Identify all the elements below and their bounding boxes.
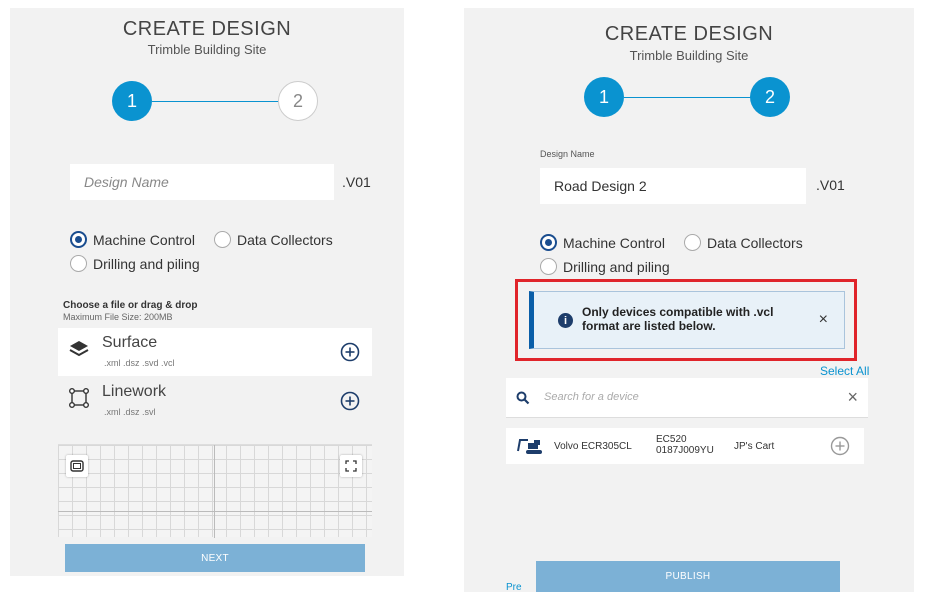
- device-list-item[interactable]: Volvo ECR305CL EC520 0187J009YU JP's Car…: [506, 428, 864, 464]
- radio-label: Data Collectors: [707, 234, 803, 251]
- file-type-extensions: .xml .dsz .svd .vcl: [104, 358, 175, 368]
- add-device-icon[interactable]: [830, 436, 850, 456]
- device-owner: JP's Cart: [734, 441, 775, 452]
- page-subtitle: Trimble Building Site: [629, 48, 749, 63]
- version-suffix: .V01: [342, 174, 371, 190]
- radio-drilling-piling[interactable]: Drilling and piling: [70, 255, 200, 272]
- clear-search-icon[interactable]: ×: [847, 387, 858, 408]
- max-file-size: Maximum File Size: 200MB: [63, 312, 173, 322]
- add-circle-icon[interactable]: [340, 342, 360, 362]
- publish-button[interactable]: PUBLISH: [536, 561, 840, 592]
- design-name-placeholder: Design Name: [84, 174, 169, 190]
- map-layer-toggle-icon[interactable]: [66, 455, 88, 477]
- search-icon: [516, 391, 530, 405]
- previous-link[interactable]: Pre: [506, 582, 522, 593]
- linework-icon: [69, 388, 89, 408]
- add-circle-icon[interactable]: [340, 391, 360, 411]
- info-icon: i: [558, 313, 573, 328]
- map-road-line: [214, 445, 215, 538]
- surface-upload-row[interactable]: Surface .xml .dsz .svd .vcl: [58, 328, 372, 376]
- alert-line-2: format are listed below.: [582, 319, 716, 333]
- radio-data-collectors[interactable]: Data Collectors: [684, 234, 803, 251]
- radio-label: Data Collectors: [237, 231, 333, 248]
- step-2[interactable]: 2: [278, 81, 318, 121]
- radio-label: Machine Control: [563, 234, 665, 251]
- radio-unselected-icon: [214, 231, 231, 248]
- design-name-label: Design Name: [540, 149, 595, 159]
- design-name-input[interactable]: Road Design 2: [540, 168, 806, 204]
- create-design-step1-panel: CREATE DESIGN Trimble Building Site 1 2 …: [10, 8, 404, 576]
- linework-upload-row[interactable]: Linework .xml .dsz .svl: [58, 377, 372, 425]
- step-1[interactable]: 1: [584, 77, 624, 117]
- excavator-icon: [517, 439, 542, 454]
- radio-selected-icon: [70, 231, 87, 248]
- device-name: Volvo ECR305CL: [554, 441, 632, 452]
- radio-label: Machine Control: [93, 231, 195, 248]
- step-1[interactable]: 1: [112, 81, 152, 121]
- radio-label: Drilling and piling: [93, 255, 200, 272]
- device-search-input[interactable]: Search for a device ×: [506, 378, 868, 418]
- file-type-name: Surface: [102, 334, 158, 351]
- radio-label: Drilling and piling: [563, 258, 670, 275]
- alert-message: Only devices compatible with .vcl format…: [582, 305, 792, 333]
- next-button[interactable]: NEXT: [65, 544, 365, 572]
- design-name-input[interactable]: Design Name: [70, 164, 334, 200]
- file-type-name: Linework: [102, 383, 167, 400]
- compatibility-alert: i Only devices compatible with .vcl form…: [529, 291, 845, 349]
- version-suffix: .V01: [816, 177, 845, 193]
- design-name-value: Road Design 2: [554, 178, 647, 194]
- radio-unselected-icon: [684, 234, 701, 251]
- layers-icon: [69, 341, 89, 357]
- device-serial: 0187J009YU: [656, 445, 714, 456]
- choose-file-label: Choose a file or drag & drop: [63, 300, 198, 311]
- radio-selected-icon: [540, 234, 557, 251]
- radio-unselected-icon: [540, 258, 557, 275]
- page-title: CREATE DESIGN: [122, 18, 292, 40]
- stepper-line: [624, 97, 754, 98]
- fullscreen-icon[interactable]: [340, 455, 362, 477]
- map-road-line: [58, 511, 372, 512]
- page-subtitle: Trimble Building Site: [147, 42, 267, 57]
- device-model: EC520: [656, 434, 687, 445]
- select-all-link[interactable]: Select All: [820, 364, 869, 378]
- close-icon[interactable]: ×: [819, 311, 828, 329]
- radio-machine-control[interactable]: Machine Control: [540, 234, 665, 251]
- page-title: CREATE DESIGN: [604, 23, 774, 45]
- step-2[interactable]: 2: [750, 77, 790, 117]
- search-placeholder: Search for a device: [544, 391, 639, 403]
- radio-data-collectors[interactable]: Data Collectors: [214, 231, 333, 248]
- radio-machine-control[interactable]: Machine Control: [70, 231, 195, 248]
- file-type-extensions: .xml .dsz .svl: [104, 407, 156, 417]
- map-preview[interactable]: [58, 444, 372, 538]
- alert-line-1: Only devices compatible with .vcl: [582, 305, 774, 319]
- radio-unselected-icon: [70, 255, 87, 272]
- radio-drilling-piling[interactable]: Drilling and piling: [540, 258, 670, 275]
- stepper-line: [152, 101, 282, 102]
